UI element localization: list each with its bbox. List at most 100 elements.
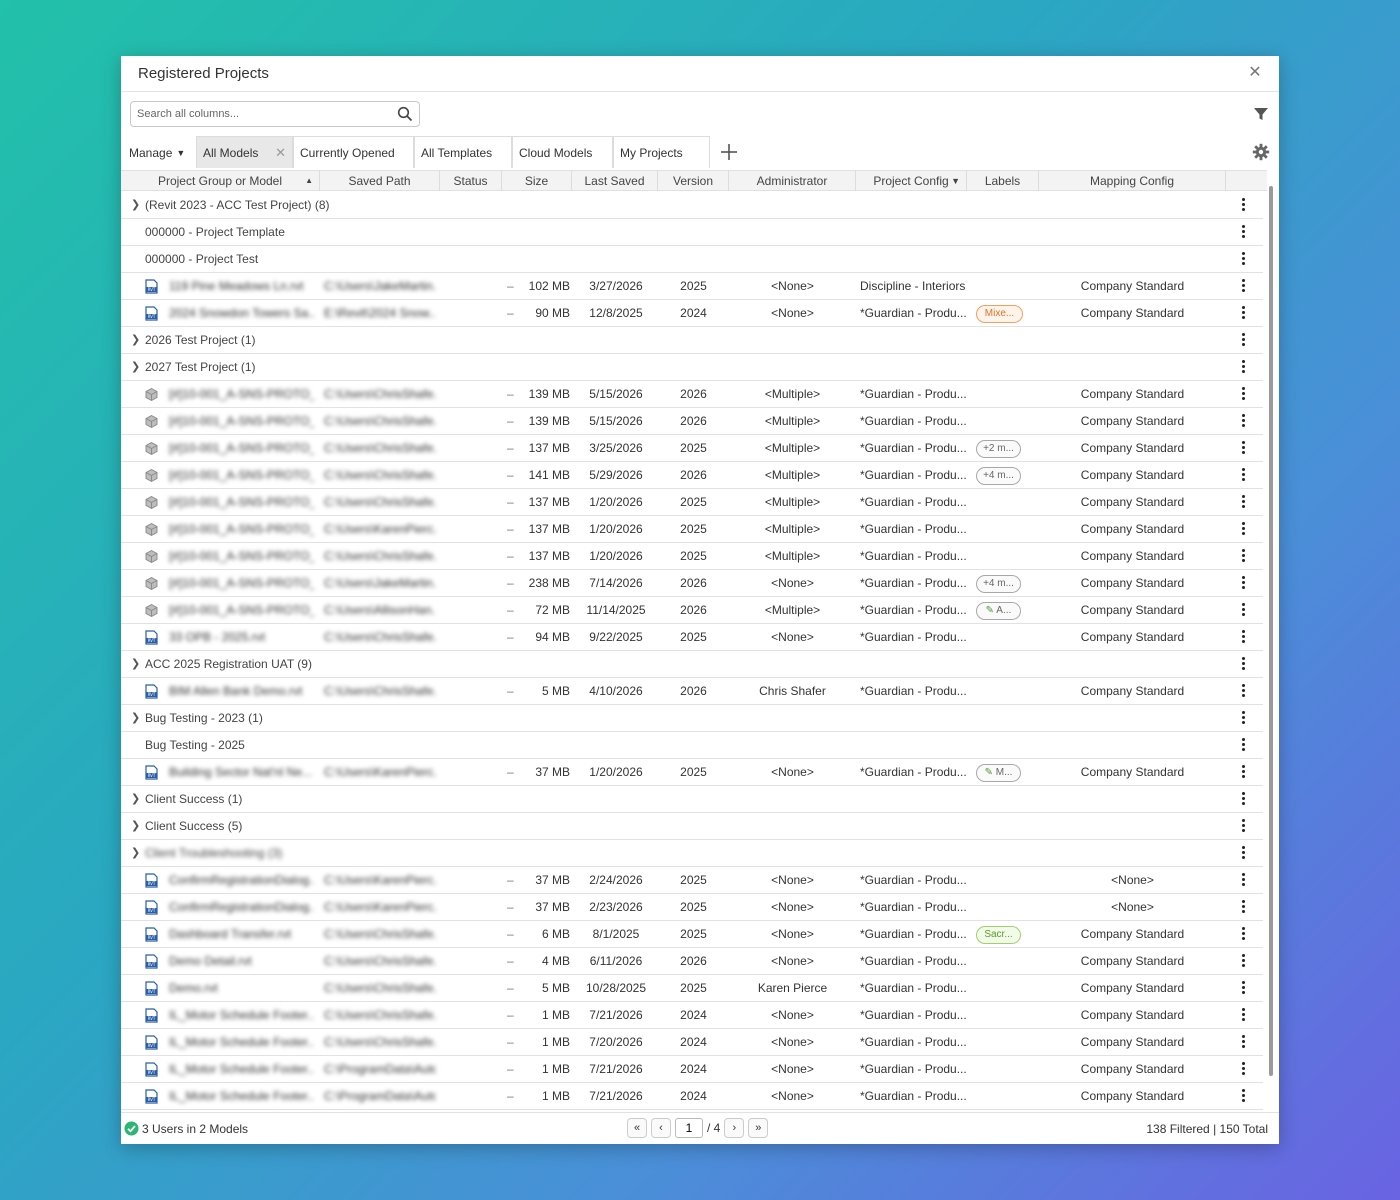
search-box[interactable] [130,101,420,127]
group-row[interactable]: ❯ (Revit 2023 - ACC Test Project) (8) [121,192,1263,219]
label-chip[interactable]: +4 m... [976,467,1021,485]
model-row[interactable]: [#]10-001_A-SNS-PROTO_... C:\Users\Alliso… [121,597,1263,624]
more-options-icon[interactable] [1237,1087,1249,1106]
model-row[interactable]: RVT IL_Motor Schedule Footer... C:\Program… [121,1083,1263,1110]
group-row[interactable]: ❯ 2026 Test Project (1) [121,327,1263,354]
more-options-icon[interactable] [1237,628,1249,647]
group-row[interactable]: ❯ ACC 2025 Registration UAT (9) [121,651,1263,678]
model-row[interactable]: RVT ConfirmRegistrationDialog... C:\Users\… [121,867,1263,894]
model-row[interactable]: RVT Dashboard Transfer.rvt C:\Users\ChrisS… [121,921,1263,948]
gear-icon[interactable] [1252,143,1270,161]
group-row[interactable]: 000000 - Project Test [121,246,1263,273]
next-page-button[interactable]: › [724,1118,745,1138]
more-options-icon[interactable] [1237,385,1249,404]
more-options-icon[interactable] [1237,790,1249,809]
more-options-icon[interactable] [1237,520,1249,539]
previous-page-button[interactable]: ‹ [651,1118,671,1138]
column-header-last-saved[interactable]: Last Saved [572,171,658,191]
more-options-icon[interactable] [1237,655,1249,674]
group-row[interactable]: ❯ Client Troubleshooting (3) [121,840,1263,867]
more-options-icon[interactable] [1237,979,1249,998]
model-row[interactable]: RVT BIM Allen Bank Demo.rvt C:\Users\Chris… [121,678,1263,705]
model-row[interactable]: [#]10-001_A-SNS-PROTO_... C:\Users\JakeMa… [121,570,1263,597]
more-options-icon[interactable] [1237,736,1249,755]
group-row[interactable]: 000000 - Project Template [121,219,1263,246]
more-options-icon[interactable] [1237,331,1249,350]
more-options-icon[interactable] [1237,574,1249,593]
more-options-icon[interactable] [1237,223,1249,242]
more-options-icon[interactable] [1237,763,1249,782]
more-options-icon[interactable] [1237,871,1249,890]
column-header-project-group[interactable]: Project Group or Model ▲ [121,171,320,191]
chevron-right-icon[interactable]: ❯ [131,327,140,354]
more-options-icon[interactable] [1237,250,1249,269]
filter-icon[interactable] [1253,106,1269,122]
group-row[interactable]: ❯ Bug Testing - 2023 (1) [121,705,1263,732]
more-options-icon[interactable] [1237,925,1249,944]
model-row[interactable]: RVT ConfirmRegistrationDialog... C:\Users\… [121,894,1263,921]
model-row[interactable]: [#]10-001_A-SNS-PROTO_... C:\Users\ChrisS… [121,489,1263,516]
column-header-status[interactable]: Status [440,171,502,191]
more-options-icon[interactable] [1237,277,1249,296]
model-row[interactable]: [#]10-001_A-SNS-PROTO_... C:\Users\ChrisS… [121,435,1263,462]
first-page-button[interactable]: « [627,1118,647,1138]
close-icon[interactable]: ✕ [1247,65,1263,81]
chevron-right-icon[interactable]: ❯ [131,786,140,813]
chevron-right-icon[interactable]: ❯ [131,192,140,219]
label-chip[interactable]: +4 m... [976,575,1021,593]
model-row[interactable]: RVT 119 Pine Meadows Ln.rvt C:\Users\JakeM… [121,273,1263,300]
group-row[interactable]: ❯ 2027 Test Project (1) [121,354,1263,381]
column-header-mapping-config[interactable]: Mapping Config [1039,171,1226,191]
more-options-icon[interactable] [1237,439,1249,458]
label-chip[interactable]: Sacr... [976,926,1021,944]
more-options-icon[interactable] [1237,304,1249,323]
model-row[interactable]: RVT Building Sector Nat'nl Ne... C:\Users\… [121,759,1263,786]
column-header-labels[interactable]: Labels [967,171,1039,191]
model-row[interactable]: RVT IL_Motor Schedule Footer... C:\Program… [121,1056,1263,1083]
chevron-right-icon[interactable]: ❯ [131,813,140,840]
model-row[interactable]: RVT IL_Motor Schedule Footer... C:\Users\C… [121,1029,1263,1056]
tab-all-models[interactable]: All Models ✕ [196,136,293,168]
search-icon[interactable] [397,106,413,122]
group-row[interactable]: Bug Testing - 2025 [121,732,1263,759]
more-options-icon[interactable] [1237,358,1249,377]
last-page-button[interactable]: » [748,1118,769,1138]
more-options-icon[interactable] [1237,412,1249,431]
more-options-icon[interactable] [1237,466,1249,485]
column-header-administrator[interactable]: Administrator [729,171,856,191]
add-tab-icon[interactable] [719,142,739,162]
group-row[interactable]: ❯ Client Success (1) [121,786,1263,813]
tab-cloud-models[interactable]: Cloud Models [512,136,613,168]
close-tab-icon[interactable]: ✕ [275,145,286,161]
model-row[interactable]: RVT 2024 Snowdon Towers Sa... E:\Revit\202… [121,300,1263,327]
tab-my-projects[interactable]: My Projects [613,136,710,168]
search-input[interactable] [137,108,397,120]
tab-currently-opened[interactable]: Currently Opened [293,136,414,168]
model-row[interactable]: [#]10-001_A-SNS-PROTO_... C:\Users\KarenP… [121,516,1263,543]
column-header-project-config[interactable]: Project Config ▼ [856,171,967,191]
label-chip[interactable]: Mixe... [976,305,1023,323]
column-header-size[interactable]: Size [502,171,572,191]
chevron-right-icon[interactable]: ❯ [131,354,140,381]
column-header-saved-path[interactable]: Saved Path [320,171,440,191]
more-options-icon[interactable] [1237,1033,1249,1052]
manage-menu[interactable]: Manage ▼ [129,142,185,164]
chevron-right-icon[interactable]: ❯ [131,840,140,867]
chevron-right-icon[interactable]: ❯ [131,705,140,732]
more-options-icon[interactable] [1237,601,1249,620]
more-options-icon[interactable] [1237,682,1249,701]
more-options-icon[interactable] [1237,1060,1249,1079]
more-options-icon[interactable] [1237,709,1249,728]
model-row[interactable]: [#]10-001_A-SNS-PROTO_... C:\Users\ChrisS… [121,381,1263,408]
more-options-icon[interactable] [1237,1006,1249,1025]
more-options-icon[interactable] [1237,952,1249,971]
model-row[interactable]: [#]10-001_A-SNS-PROTO_... C:\Users\ChrisS… [121,408,1263,435]
model-row[interactable]: RVT Demo Detail.rvt C:\Users\ChrisShafe...… [121,948,1263,975]
more-options-icon[interactable] [1237,817,1249,836]
model-row[interactable]: RVT IL_Motor Schedule Footer... C:\Users\C… [121,1002,1263,1029]
model-row[interactable]: RVT 33 OPB - 2025.rvt C:\Users\ChrisShafe.… [121,624,1263,651]
label-chip[interactable]: ✎ A... [976,602,1021,620]
column-header-version[interactable]: Version [658,171,729,191]
label-chip[interactable]: +2 m... [976,440,1021,458]
model-row[interactable]: [#]10-001_A-SNS-PROTO_... C:\Users\ChrisS… [121,462,1263,489]
